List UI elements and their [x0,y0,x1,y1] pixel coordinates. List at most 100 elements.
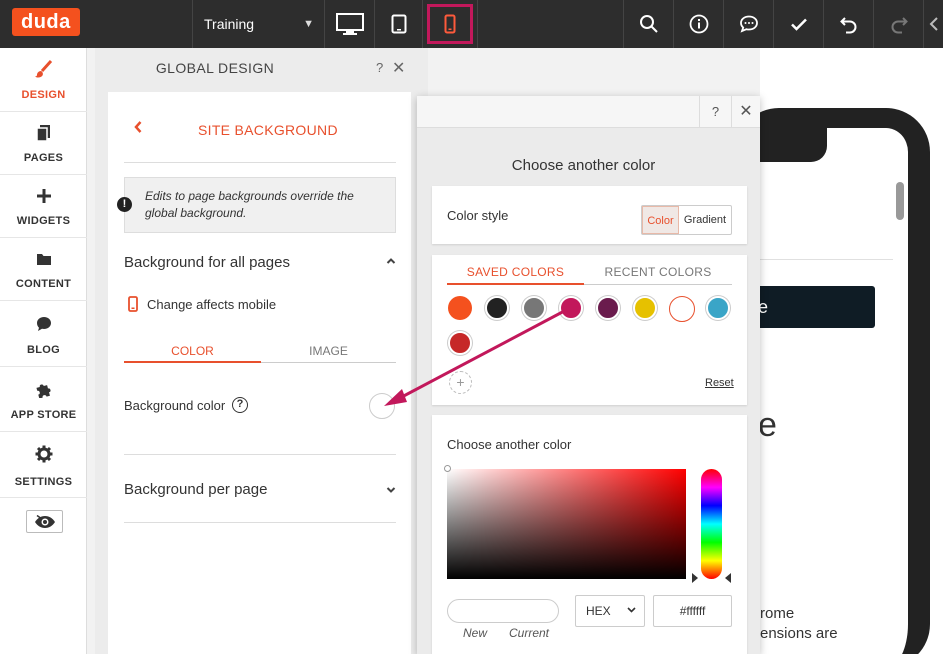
add-color-button[interactable]: + [449,371,472,394]
preview-text-line: ensions are [760,625,838,642]
nav-app-store-label: APP STORE [10,409,77,421]
color-style-toggle: Color Gradient [641,205,732,235]
saved-color-swatch-selected[interactable] [669,296,695,322]
info-button[interactable] [673,0,723,48]
puzzle-icon [34,379,54,399]
tab-recent-colors[interactable]: RECENT COLORS [584,265,732,279]
chevron-left-icon [134,121,142,133]
picker-help-button[interactable]: ? [699,96,731,128]
nav-app-store[interactable]: APP STORE [0,367,87,432]
color-format-value: HEX [586,604,611,618]
divider [124,522,396,523]
publish-check-button[interactable] [773,0,823,48]
nav-settings-label: SETTINGS [14,476,73,488]
check-icon [790,18,807,31]
preview-text-line: rome [760,605,795,622]
tab-active-underline [447,283,584,285]
mobile-view-button[interactable] [423,0,478,48]
color-style-gradient[interactable]: Gradient [679,206,731,234]
gear-icon [34,444,54,464]
nav-design-label: DESIGN [21,89,66,101]
new-label: New [463,626,488,640]
tab-image[interactable]: IMAGE [261,344,396,358]
undo-button[interactable] [823,0,873,48]
preview-toggle-button[interactable] [26,510,63,533]
saturation-handle[interactable] [444,465,451,472]
saved-color-swatch[interactable] [633,296,657,320]
nav-pages[interactable]: PAGES [0,112,87,175]
back-button[interactable] [133,120,143,139]
picker-title: Choose another color [511,157,656,174]
nav-design[interactable]: DESIGN [0,48,87,112]
divider [124,454,396,455]
background-color-swatch[interactable] [369,393,395,419]
saved-color-swatch[interactable] [448,331,472,355]
chevron-down-icon[interactable] [386,485,396,497]
preview-button[interactable]: e [740,286,875,328]
color-style-label: Color style [447,208,509,223]
scrollbar[interactable] [896,182,904,220]
saturation-area[interactable] [447,469,686,579]
saved-color-swatch[interactable] [522,296,546,320]
tab-underline [584,284,732,285]
background-all-pages-header[interactable]: Background for all pages [124,254,290,271]
brush-icon [34,59,54,79]
hex-input[interactable]: #ffffff [653,595,732,627]
phone-header [757,180,893,260]
nav-widgets[interactable]: WIDGETS [0,175,87,238]
redo-icon [891,17,908,34]
nav-settings[interactable]: SETTINGS [0,432,87,498]
saved-color-swatch[interactable] [596,296,620,320]
left-nav: DESIGN PAGES WIDGETS CONTENT BLOG APP ST… [0,48,87,654]
tab-saved-colors[interactable]: SAVED COLORS [447,265,584,279]
search-icon [639,15,658,33]
preview-heading-text: e [758,406,777,444]
current-label: Current [509,626,550,640]
override-note: Edits to page backgrounds override the g… [124,177,396,233]
help-icon[interactable]: ? [232,397,248,413]
redo-button[interactable] [873,0,923,48]
nav-pages-label: PAGES [23,152,64,164]
mobile-note: Change affects mobile [147,297,277,312]
phone-notch [757,128,827,162]
tab-color[interactable]: COLOR [124,344,261,358]
color-format-select[interactable]: HEX [575,595,645,627]
chevron-left-icon [929,17,938,31]
saved-color-swatch[interactable] [559,296,583,320]
background-per-page-header[interactable]: Background per page [124,481,267,498]
custom-color-title: Choose another color [447,437,572,452]
desktop-icon [335,13,364,35]
site-selector[interactable]: Training ▼ [192,0,325,48]
tablet-view-button[interactable] [375,0,423,48]
saved-color-swatch[interactable] [706,296,730,320]
comment-icon [739,15,758,33]
nav-widgets-label: WIDGETS [16,215,71,227]
desktop-view-button[interactable] [325,0,375,48]
reset-link[interactable]: Reset [705,377,734,389]
color-style-color[interactable]: Color [642,206,679,234]
global-design-title: GLOBAL DESIGN [155,60,275,76]
more-button[interactable] [923,0,943,48]
saved-color-swatch[interactable] [448,296,472,320]
hue-handle-right[interactable] [725,573,731,583]
saved-color-swatch[interactable] [485,296,509,320]
chevron-up-icon[interactable] [386,256,396,268]
plus-icon [34,186,54,206]
nav-content[interactable]: CONTENT [0,238,87,301]
global-design-help-button[interactable]: ? [376,60,383,75]
duda-logo[interactable]: duda [12,8,80,36]
tab-underline [261,362,396,363]
mobile-icon [444,14,456,34]
new-current-preview [447,599,559,623]
warning-icon: ! [117,197,132,212]
hue-handle-left[interactable] [692,573,698,583]
eye-off-icon [34,514,55,528]
search-button[interactable] [623,0,673,48]
hue-slider[interactable] [701,469,722,579]
comments-button[interactable] [723,0,773,48]
tablet-icon [391,14,406,34]
nav-blog[interactable]: BLOG [0,301,87,367]
picker-close-button[interactable]: ✕ [731,96,760,128]
global-design-close-button[interactable]: ✕ [392,58,405,78]
site-background-title: SITE BACKGROUND [198,122,338,138]
